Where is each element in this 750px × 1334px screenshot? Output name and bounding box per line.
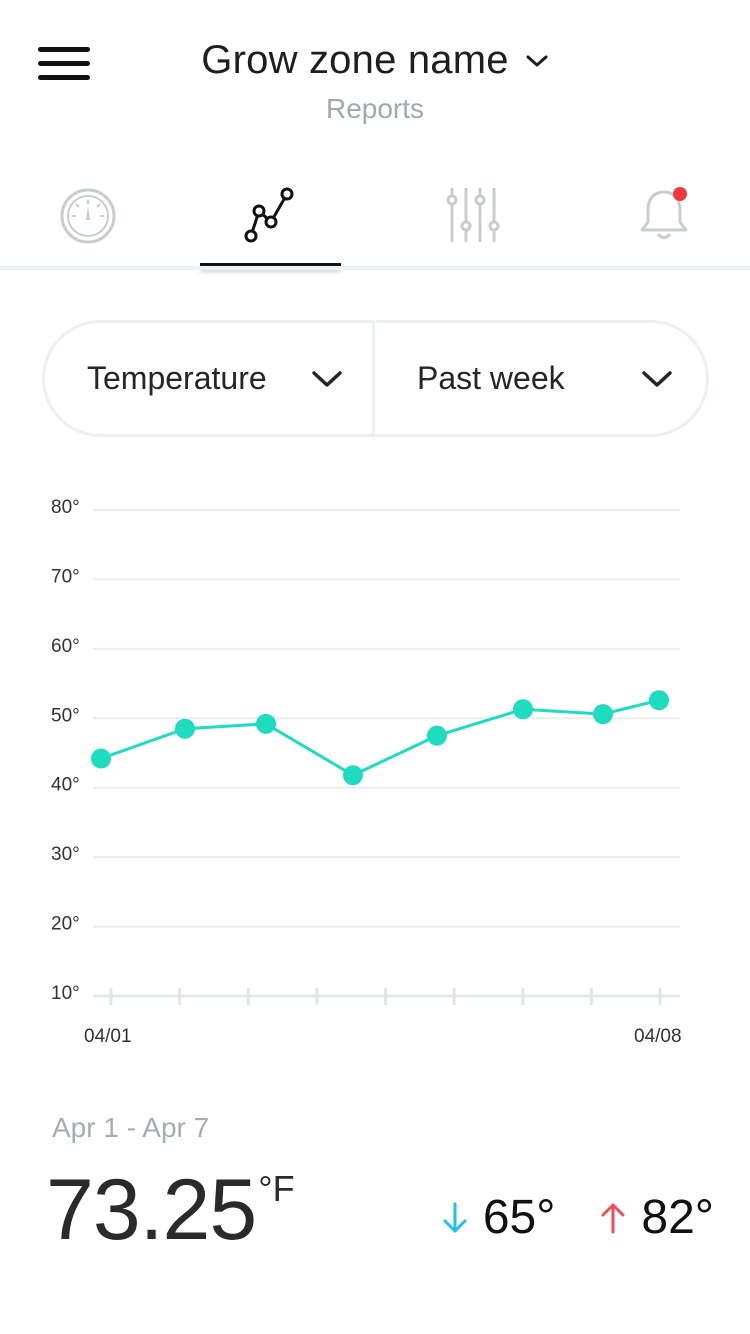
tab-reports[interactable] <box>201 170 341 266</box>
data-point <box>427 725 447 746</box>
max-temperature: 82° <box>599 1190 714 1245</box>
x-tick-label: 04/01 <box>84 1026 132 1047</box>
y-tick-label: 80° <box>51 497 80 518</box>
arrow-up-icon <box>601 1203 625 1233</box>
notification-badge <box>673 187 687 201</box>
tabs-divider <box>0 266 750 270</box>
min-max: 65° 82° <box>441 1190 714 1245</box>
tab-bar <box>0 170 750 270</box>
data-point <box>91 748 111 769</box>
chevron-down-icon <box>526 55 548 66</box>
min-temperature: 65° <box>441 1190 556 1245</box>
chevron-down-icon <box>642 370 672 387</box>
period-label: Past week <box>417 360 565 396</box>
date-range: Apr 1 - Apr 7 <box>52 1112 210 1143</box>
max-value: 82° <box>641 1191 714 1244</box>
data-point <box>256 713 276 734</box>
y-tick-label: 20° <box>51 914 80 935</box>
tab-notifications[interactable] <box>594 170 734 266</box>
data-point <box>343 765 363 786</box>
tab-dashboard[interactable] <box>18 170 158 266</box>
sliders-icon <box>446 188 500 242</box>
y-tick-label: 70° <box>51 566 80 587</box>
page-title: Grow zone name <box>201 38 509 82</box>
header: Grow zone name Reports <box>0 38 750 125</box>
y-tick-label: 60° <box>51 636 80 657</box>
gauge-icon <box>60 188 116 244</box>
period-dropdown[interactable]: Past week <box>375 323 706 434</box>
x-tick-label: 04/08 <box>634 1026 682 1047</box>
data-point <box>175 718 195 739</box>
bell-icon <box>640 187 688 239</box>
data-point <box>593 704 613 725</box>
metric-label: Temperature <box>87 360 267 396</box>
y-tick-label: 30° <box>51 844 80 865</box>
metric-dropdown[interactable]: Temperature <box>45 323 375 434</box>
tab-controls[interactable] <box>402 170 542 266</box>
y-tick-label: 10° <box>51 983 80 1004</box>
data-point <box>513 699 533 720</box>
y-tick-label: 40° <box>51 775 80 796</box>
min-value: 65° <box>482 1191 556 1244</box>
grow-zone-selector[interactable]: Grow zone name <box>201 38 548 83</box>
average-temperature: 73.25 °F <box>46 1162 295 1258</box>
line-chart: 80° 70° 60° 50° 40° 30° 20° 10° 04/01 04/08 <box>51 497 682 1047</box>
data-point <box>649 690 669 711</box>
line-chart-icon <box>244 187 294 243</box>
average-unit: °F <box>258 1168 295 1209</box>
page-subtitle: Reports <box>325 93 425 124</box>
report-filter: Temperature Past week <box>42 320 709 437</box>
average-value: 73.25 <box>46 1162 257 1258</box>
reports-screen: Grow zone name Reports Temperature Past … <box>0 0 750 1334</box>
temperature-chart: 80° 70° 60° 50° 40° 30° 20° 10° 04/01 04/08 <box>0 480 750 1060</box>
chevron-down-icon <box>312 370 342 387</box>
arrow-down-icon <box>443 1202 467 1232</box>
y-tick-label: 50° <box>51 705 80 726</box>
